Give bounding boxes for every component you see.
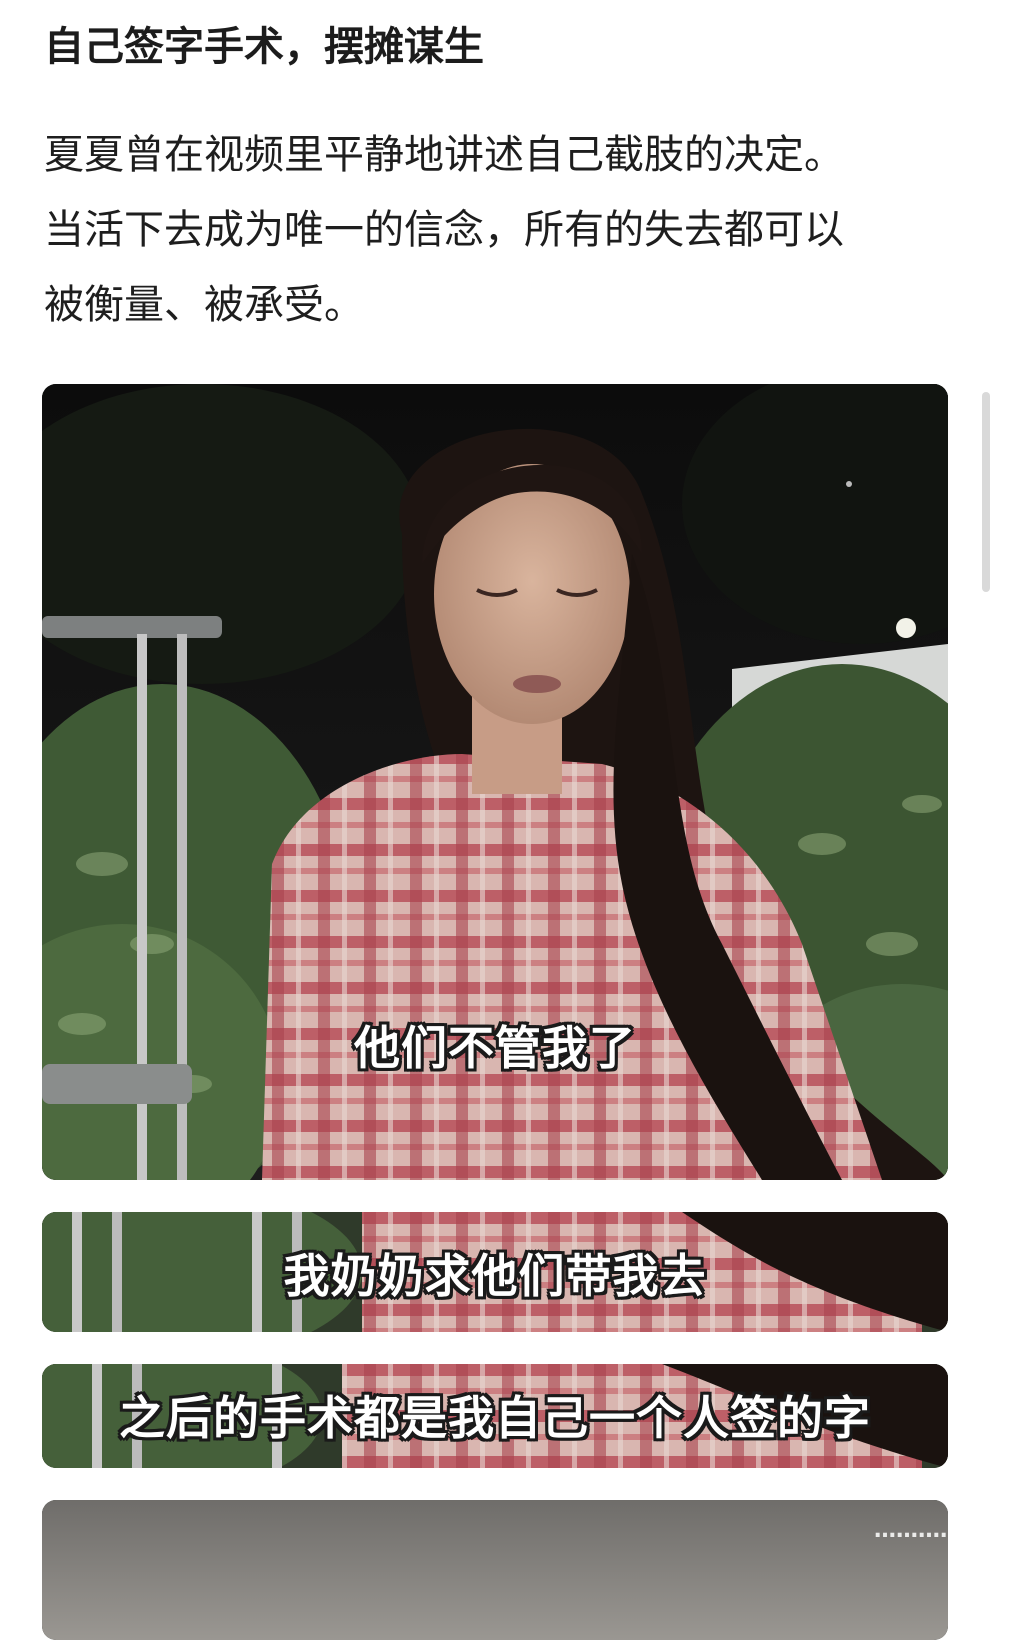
watermark-text: ………… xyxy=(874,1518,962,1543)
video-subtitle: 之后的手术都是我自己一个人签的字 xyxy=(119,1391,871,1445)
video-frame-2[interactable]: 我奶奶求他们带我去 xyxy=(42,1212,948,1332)
paragraph-line: 夏夏曾在视频里平静地讲述自己截肢的决定。 xyxy=(44,132,844,178)
video-frame-3[interactable]: 之后的手术都是我自己一个人签的字 xyxy=(42,1364,948,1468)
article-paragraph: 夏夏曾在视频里平静地讲述自己截肢的决定。 当活下去成为唯一的信念，所有的失去都可… xyxy=(44,118,974,343)
video-subtitle: 我奶奶求他们带我去 xyxy=(283,1249,707,1303)
scrollbar[interactable] xyxy=(982,392,990,592)
video-frame-4[interactable] xyxy=(42,1500,948,1640)
video-subtitle: 他们不管我了 xyxy=(354,1021,636,1075)
video-frame-main[interactable]: 他们不管我了 xyxy=(42,384,948,1180)
paragraph-line: 被衡量、被承受。 xyxy=(44,282,364,328)
article-heading: 自己签字手术，摆摊谋生 xyxy=(44,24,484,70)
video-still-road-photo xyxy=(42,1500,948,1640)
paragraph-line: 当活下去成为唯一的信念，所有的失去都可以 xyxy=(44,207,844,253)
